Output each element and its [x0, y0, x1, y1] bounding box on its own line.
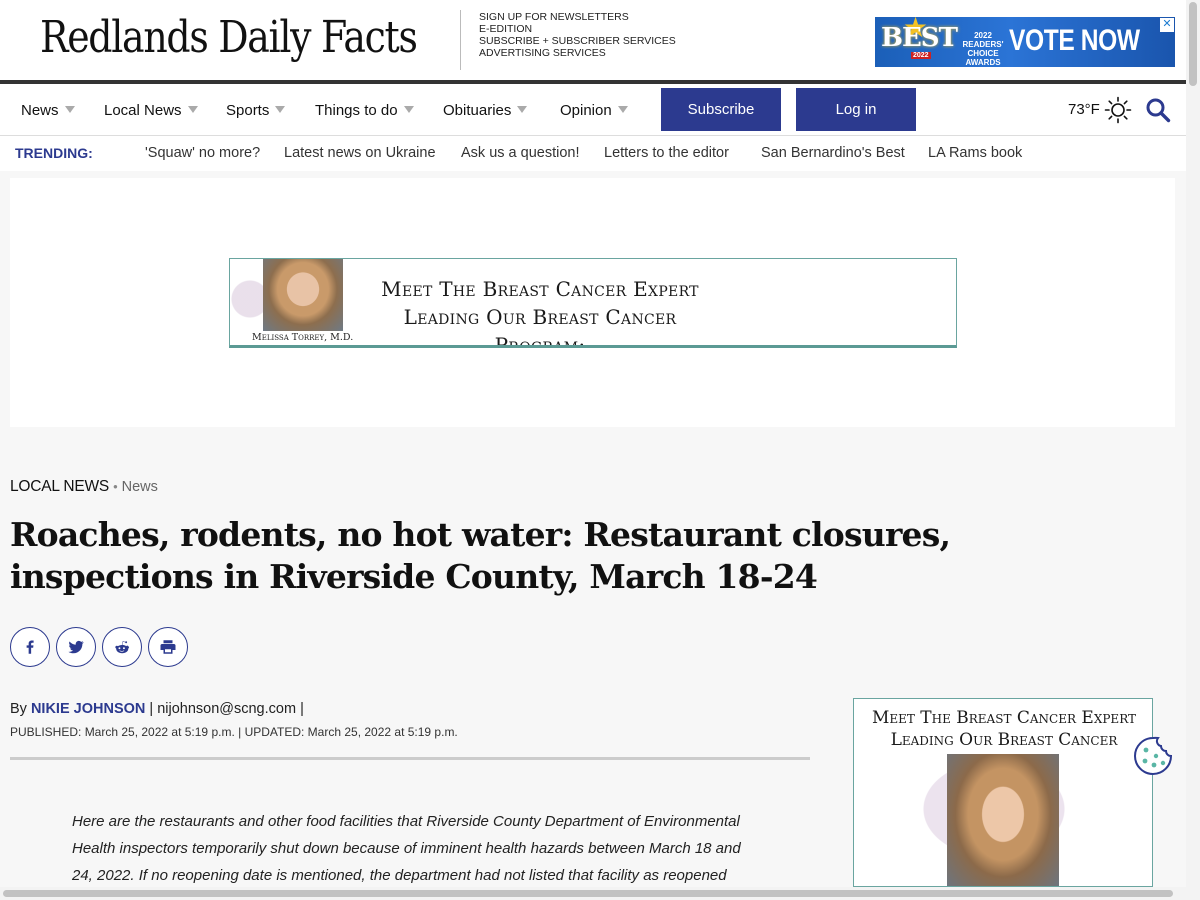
- banner-ad-line-1: Meet The Breast Cancer Expert: [381, 277, 699, 301]
- nav-label: Local News: [104, 102, 182, 119]
- nav-item-news[interactable]: News: [21, 102, 75, 119]
- vertical-scrollbar[interactable]: [1186, 0, 1200, 900]
- weather-temp[interactable]: 73°F: [1068, 101, 1100, 118]
- subscribe-button[interactable]: Subscribe: [661, 88, 781, 131]
- nav-label: Obituaries: [443, 102, 512, 119]
- banner-ad-caption: Melissa Torrey, M.D.: [252, 332, 354, 343]
- subscriber-services-link[interactable]: SUBSCRIBE + SUBSCRIBER SERVICES: [479, 35, 676, 47]
- nav-label: News: [21, 102, 59, 119]
- nav-item-sports[interactable]: Sports: [226, 102, 286, 119]
- horizontal-scrollbar[interactable]: [0, 887, 1186, 900]
- author-link[interactable]: NIKIE JOHNSON: [31, 701, 145, 717]
- byline: By NIKIE JOHNSON | nijohnson@scng.com |: [10, 701, 304, 717]
- trending-link[interactable]: Ask us a question!: [461, 145, 580, 161]
- article-divider: [10, 757, 810, 760]
- top-ad-year: 2022: [911, 52, 931, 59]
- subsection-link[interactable]: News: [122, 479, 158, 495]
- doctor-photo: [263, 259, 343, 331]
- caret-down-icon: [517, 106, 528, 113]
- advertising-services-link[interactable]: ADVERTISING SERVICES: [479, 47, 676, 59]
- e-edition-link[interactable]: E-EDITION: [479, 23, 676, 35]
- print-button[interactable]: [148, 627, 188, 667]
- nav-label: Opinion: [560, 102, 612, 119]
- trending-label: TRENDING:: [15, 145, 93, 161]
- caret-down-icon: [187, 106, 198, 113]
- trending-link[interactable]: Latest news on Ukraine: [284, 145, 436, 161]
- nav-item-obituaries[interactable]: Obituaries: [443, 102, 528, 119]
- author-email: | nijohnson@scng.com |: [145, 701, 304, 717]
- top-ad-readers-choice: 2022 READERS' CHOICE AWARDS: [962, 31, 1004, 67]
- top-ad-vote-now[interactable]: ★ BEST 2022 2022 READERS' CHOICE AWARDS …: [875, 17, 1175, 67]
- article-dates: PUBLISHED: March 25, 2022 at 5:19 p.m. |…: [10, 725, 458, 739]
- ad-close-icon[interactable]: ✕: [1160, 18, 1174, 32]
- share-reddit-button[interactable]: [102, 627, 142, 667]
- article-headline: Roaches, rodents, no hot water: Restaura…: [10, 515, 951, 596]
- sun-icon: [1104, 96, 1132, 124]
- nav-item-local-news[interactable]: Local News: [104, 102, 198, 119]
- nav-label: Sports: [226, 102, 270, 119]
- nav-item-opinion[interactable]: Opinion: [560, 102, 628, 119]
- masthead-divider: [460, 10, 461, 70]
- trending-link[interactable]: LA Rams book: [928, 145, 1022, 161]
- facebook-icon: [26, 640, 34, 654]
- caret-down-icon: [617, 106, 628, 113]
- caret-down-icon: [64, 106, 75, 113]
- login-button[interactable]: Log in: [796, 88, 916, 131]
- banner-ad[interactable]: Melissa Torrey, M.D. Meet The Breast Can…: [229, 258, 957, 348]
- caret-down-icon: [275, 106, 286, 113]
- cookie-icon[interactable]: [1132, 735, 1174, 777]
- trending-bar: TRENDING: 'Squaw' no more? Latest news o…: [0, 137, 1186, 171]
- masthead: Redlands Daily Facts SIGN UP FOR NEWSLET…: [0, 0, 1186, 80]
- reddit-icon: [115, 641, 130, 654]
- masthead-links: SIGN UP FOR NEWSLETTERS E-EDITION SUBSCR…: [479, 11, 676, 59]
- main-nav: News Local News Sports Things to do Obit…: [0, 84, 1186, 136]
- byline-prefix: By: [10, 701, 31, 717]
- trending-link[interactable]: San Bernardino's Best: [761, 145, 905, 161]
- share-twitter-button[interactable]: [56, 627, 96, 667]
- scrollbar-thumb[interactable]: [1189, 2, 1197, 86]
- separator-dot: •: [113, 479, 118, 494]
- scrollbar-thumb[interactable]: [3, 890, 1173, 897]
- sidebar-ad[interactable]: Meet The Breast Cancer Expert Leading Ou…: [853, 698, 1153, 887]
- section-link[interactable]: LOCAL NEWS: [10, 478, 109, 495]
- site-logo[interactable]: Redlands Daily Facts: [40, 12, 418, 63]
- sidebar-ad-line-1: Meet The Breast Cancer Expert: [871, 708, 1137, 728]
- newsletters-link[interactable]: SIGN UP FOR NEWSLETTERS: [479, 11, 676, 23]
- share-facebook-button[interactable]: [10, 627, 50, 667]
- banner-ad-line-2: Leading Our Breast Cancer Program:: [403, 305, 677, 348]
- trending-link[interactable]: 'Squaw' no more?: [145, 145, 260, 161]
- caret-down-icon: [403, 106, 414, 113]
- search-icon[interactable]: [1145, 97, 1171, 123]
- top-ad-best: BEST: [881, 23, 958, 53]
- trending-link[interactable]: Letters to the editor: [604, 145, 729, 161]
- nav-item-things-to-do[interactable]: Things to do: [315, 102, 414, 119]
- print-icon: [160, 640, 176, 654]
- top-ad-cta: VOTE NOW: [1009, 24, 1140, 57]
- section-label: LOCAL NEWS • News: [10, 478, 158, 496]
- twitter-icon: [68, 640, 84, 654]
- nav-label: Things to do: [315, 102, 398, 119]
- banner-ad-headline: Meet The Breast Cancer Expert Leading Ou…: [360, 275, 720, 348]
- doctor-photo: [947, 754, 1059, 886]
